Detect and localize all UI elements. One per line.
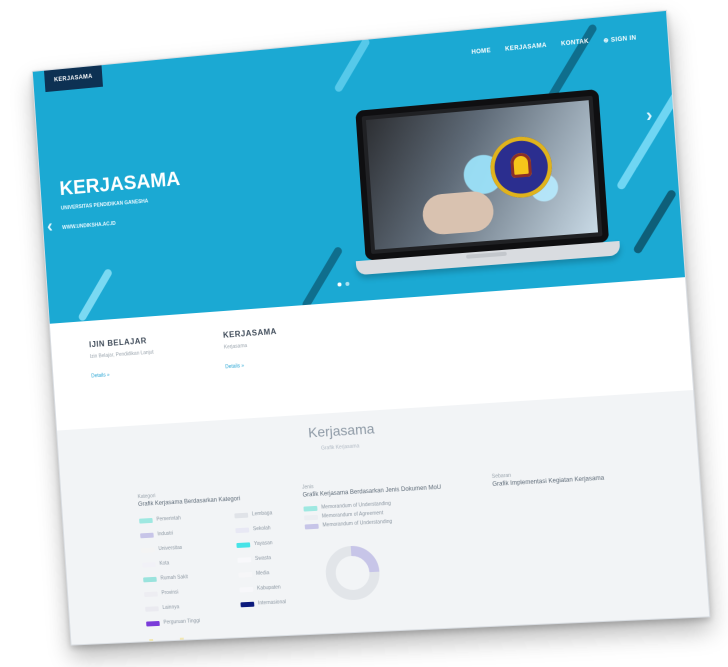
laptop-image bbox=[345, 88, 622, 301]
legend-kategori: Pemerintah Lembaga Industri Sekolah Univ… bbox=[139, 505, 331, 630]
legend-swatch bbox=[142, 561, 156, 568]
legend-swatch bbox=[236, 541, 251, 548]
kerjasama-section: Kerjasama Grafik Kerjasama Kategori Graf… bbox=[57, 390, 710, 646]
legend-swatch bbox=[139, 517, 153, 524]
hero-subtitle: UNIVERSITAS PENDIDIKAN GANESHA bbox=[60, 198, 149, 212]
legend-swatch bbox=[304, 514, 319, 521]
column-jenis: Jenis Grafik Kerjasama Berdasarkan Jenis… bbox=[302, 474, 501, 615]
legend-item: Perguruan Tinggi bbox=[146, 617, 234, 627]
printed-page: KERJASAMA HOME KERJASAMA KONTAK ⊕ SIGN I… bbox=[31, 9, 711, 646]
feature-link[interactable]: Details » bbox=[225, 363, 244, 370]
legend-swatch bbox=[239, 586, 254, 592]
hand-image bbox=[421, 189, 495, 236]
hero-title: KERJASAMA bbox=[58, 168, 181, 200]
photo-background: KERJASAMA HOME KERJASAMA KONTAK ⊕ SIGN I… bbox=[0, 0, 728, 667]
slider-dots bbox=[337, 281, 350, 287]
nav-kerjasama[interactable]: KERJASAMA bbox=[505, 43, 547, 54]
legend-jenis: Memorandum of Understanding Memorandum o… bbox=[303, 495, 494, 529]
legend-item: Industri bbox=[140, 528, 228, 539]
nav-sign-in[interactable]: ⊕ SIGN IN bbox=[603, 34, 636, 44]
legend-text: Memorandum of Understanding bbox=[322, 518, 393, 529]
legend-swatch bbox=[141, 546, 155, 553]
legend-text: Lembaga bbox=[251, 510, 273, 518]
legend-text: Kabupaten bbox=[256, 584, 281, 592]
legend-text: Yayasan bbox=[253, 540, 273, 548]
legend-text: Universitas bbox=[158, 544, 183, 553]
legend-text: Perguruan Tinggi bbox=[163, 618, 201, 626]
donut-chart-icon bbox=[306, 536, 400, 610]
legend-swatch bbox=[235, 527, 250, 533]
decor-stripe bbox=[333, 37, 371, 94]
decor-stripe bbox=[77, 267, 114, 323]
laptop-screen bbox=[355, 89, 610, 261]
hero-banner: KERJASAMA HOME KERJASAMA KONTAK ⊕ SIGN I… bbox=[32, 10, 685, 324]
legend-text: Lainnya bbox=[162, 604, 180, 611]
slider-dot[interactable] bbox=[345, 281, 350, 287]
section-subtitle: Grafik Kerjasama bbox=[320, 443, 360, 452]
legend-item: Universitas bbox=[141, 542, 229, 553]
section-title: Kerjasama bbox=[307, 420, 375, 441]
legend-swatch bbox=[237, 556, 252, 563]
legend-item: Kota bbox=[142, 557, 230, 568]
legend-swatch bbox=[303, 505, 318, 512]
hero-url[interactable]: WWW.UNDIKSHA.AC.ID bbox=[62, 221, 116, 231]
legend-swatch bbox=[304, 523, 319, 529]
legend-text: Memorandum of Understanding bbox=[321, 500, 392, 511]
column-sebaran: Sebaran Grafik Implementasi Kegiatan Ker… bbox=[492, 463, 690, 496]
legend-item: Pemerintah bbox=[139, 513, 227, 524]
feature-kerjasama: KERJASAMA Kerjasama Details » bbox=[223, 318, 403, 373]
legend-text: Pemerintah bbox=[156, 515, 182, 523]
chart-arc-icon bbox=[147, 634, 187, 646]
legend-text: Media bbox=[255, 570, 270, 577]
legend-text: Provinsi bbox=[161, 589, 179, 597]
arrow-left-icon[interactable]: ‹ bbox=[46, 216, 53, 237]
legend-swatch bbox=[145, 605, 159, 612]
feature-link[interactable]: Details » bbox=[91, 372, 110, 379]
decor-stripe bbox=[301, 245, 344, 310]
legend-swatch bbox=[140, 532, 154, 538]
legend-swatch bbox=[238, 571, 253, 578]
slider-dot-active[interactable] bbox=[337, 282, 342, 287]
arrow-right-icon[interactable]: › bbox=[645, 105, 653, 127]
legend-swatch bbox=[144, 591, 158, 597]
legend-swatch bbox=[146, 620, 160, 627]
screen-content bbox=[365, 100, 599, 250]
legend-text: Internasional bbox=[257, 599, 287, 607]
legend-text: Kota bbox=[159, 560, 170, 567]
nav-home[interactable]: HOME bbox=[471, 48, 491, 57]
legend-item: Lainnya bbox=[145, 602, 233, 612]
decor-stripe bbox=[632, 188, 678, 255]
site-badge[interactable]: KERJASAMA bbox=[44, 65, 103, 93]
legend-text: Sekolah bbox=[252, 525, 271, 533]
legend-item: Rumah Sakit bbox=[143, 572, 231, 582]
legend-swatch bbox=[143, 576, 157, 582]
legend-swatch bbox=[234, 512, 249, 518]
legend-text: Swasta bbox=[254, 555, 272, 562]
top-nav: HOME KERJASAMA KONTAK ⊕ SIGN IN bbox=[471, 34, 636, 57]
legend-text: Rumah Sakit bbox=[160, 574, 189, 582]
legend-text: Industri bbox=[157, 530, 174, 538]
legend-item: Provinsi bbox=[144, 587, 232, 597]
legend-text: Memorandum of Agreement bbox=[321, 510, 384, 520]
legend-swatch bbox=[240, 601, 255, 607]
